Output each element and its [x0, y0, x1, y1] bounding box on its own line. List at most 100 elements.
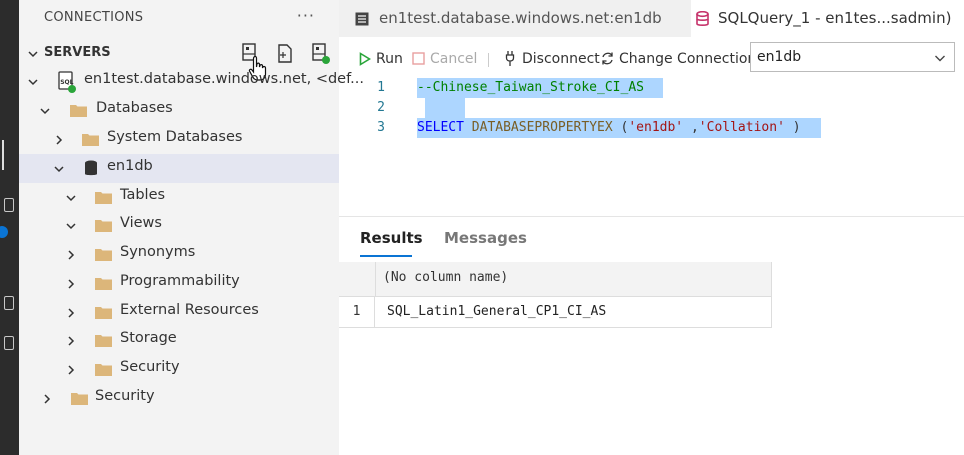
tab-en1test-db[interactable]: en1test.database.windows.net:en1db	[339, 0, 691, 37]
play-icon	[359, 52, 371, 66]
tab-sqlquery-1[interactable]: SQLQuery_1 - en1tes...sadmin)	[691, 0, 964, 37]
active-connections-icon[interactable]	[309, 42, 331, 66]
chevron-down-icon	[54, 166, 64, 173]
more-actions-icon[interactable]: ···	[297, 6, 315, 25]
tree-item-db-security[interactable]: Security	[19, 355, 339, 384]
change-connection-button[interactable]: Change Connection	[600, 40, 756, 76]
extensions-icon[interactable]	[4, 198, 14, 212]
tree-item-label: en1db	[107, 158, 153, 174]
tree-item-storage[interactable]: Storage	[19, 326, 339, 355]
table-row[interactable]: 1 SQL_Latin1_General_CP1_CI_AS	[339, 297, 772, 328]
chevron-right-icon	[56, 135, 63, 145]
database-select[interactable]: en1db	[750, 42, 955, 72]
new-server-group-icon[interactable]	[275, 42, 297, 66]
terminal-icon[interactable]	[4, 336, 14, 350]
code-line-1: --Chinese_Taiwan_Stroke_CI_AS	[417, 80, 644, 95]
folder-icon	[95, 335, 112, 347]
sql-function: DATABASEPROPERTYEX	[471, 120, 613, 135]
connections-header: CONNECTIONS	[44, 10, 144, 25]
tree-item-label: Databases	[96, 100, 173, 116]
tree-item-system-databases[interactable]: System Databases	[19, 125, 339, 154]
editor-results-divider[interactable]	[339, 216, 964, 217]
selection-highlight	[425, 98, 465, 118]
tree-item-label: Views	[120, 215, 162, 231]
tab-results[interactable]: Results	[360, 229, 423, 247]
run-button[interactable]: Run	[359, 40, 409, 76]
database-icon	[696, 11, 709, 26]
tree-item-external-resources[interactable]: External Resources	[19, 298, 339, 327]
tree-item-databases[interactable]: Databases	[19, 96, 339, 125]
tree-item-views[interactable]: Views	[19, 211, 339, 240]
change-connection-icon	[602, 52, 613, 65]
chevron-down-icon	[28, 79, 38, 86]
results-grid[interactable]: (No column name) 1 SQL_Latin1_General_CP…	[339, 262, 772, 328]
sql-punct: (	[612, 120, 629, 135]
tree-item-tables[interactable]: Tables	[19, 183, 339, 212]
notification-badge	[0, 226, 8, 238]
query-editor[interactable]: 1 2 3 --Chinese_Taiwan_Stroke_CI_AS SELE…	[339, 78, 964, 218]
chevron-right-icon	[68, 279, 75, 289]
tab-messages[interactable]: Messages	[444, 229, 527, 247]
tree-item-label: en1test.database.windows.net, <def...	[84, 71, 364, 87]
database-select-value: en1db	[757, 49, 802, 65]
folder-icon	[95, 364, 112, 376]
code-line-3: SELECT DATABASEPROPERTYEX ('en1db' ,'Col…	[417, 120, 801, 135]
activity-bar	[0, 0, 19, 455]
line-number: 2	[377, 100, 385, 115]
folder-icon	[82, 134, 99, 146]
servers-section-header[interactable]: SERVERS	[19, 40, 339, 68]
results-tabs: Results Messages	[339, 218, 964, 258]
cancel-button[interactable]: Cancel	[412, 40, 478, 76]
list-icon	[355, 12, 369, 26]
chevron-down-icon	[935, 55, 945, 62]
sql-keyword: SELECT	[417, 120, 464, 135]
chevron-right-icon	[44, 394, 51, 404]
tree-item-label: Synonyms	[120, 244, 196, 260]
query-toolbar: Run Cancel Disconnect Change Connection …	[339, 40, 964, 78]
tree-item-label: Programmability	[120, 273, 240, 289]
change-connection-label: Change Connection	[619, 51, 757, 67]
tree-item-label: Security	[120, 359, 180, 375]
sql-server-icon: SQL	[58, 71, 76, 93]
chevron-down-icon	[40, 108, 50, 115]
chevron-right-icon	[68, 250, 75, 260]
tree-item-synonyms[interactable]: Synonyms	[19, 240, 339, 269]
line-number: 1	[377, 80, 385, 95]
result-cell[interactable]: SQL_Latin1_General_CP1_CI_AS	[387, 304, 606, 319]
tree-item-label: Tables	[120, 187, 166, 203]
column-header[interactable]: (No column name)	[383, 270, 508, 285]
folder-icon	[95, 249, 112, 261]
folder-icon	[95, 307, 112, 319]
grid-border	[771, 262, 772, 328]
sql-string: 'en1db'	[628, 120, 684, 135]
sql-punct: ,	[683, 120, 699, 135]
folder-icon	[70, 105, 87, 117]
chevron-down-icon	[28, 51, 38, 58]
folder-icon	[71, 393, 88, 405]
chevron-down-icon	[66, 223, 76, 230]
row-number-header	[339, 262, 376, 296]
notebook-icon[interactable]	[4, 296, 14, 310]
active-tab-underline	[360, 255, 412, 257]
chevron-right-icon	[68, 336, 75, 346]
cancel-label: Cancel	[430, 51, 478, 67]
tab-label: en1test.database.windows.net:en1db	[379, 9, 662, 27]
toolbar-separator	[488, 53, 489, 67]
tab-label: SQLQuery_1 - en1tes...sadmin)	[718, 9, 952, 27]
chevron-right-icon	[68, 308, 75, 318]
tree-item-server[interactable]: SQL en1test.database.windows.net, <def..…	[19, 67, 364, 96]
tree-item-programmability[interactable]: Programmability	[19, 269, 339, 298]
grid-header: (No column name)	[339, 262, 772, 297]
plug-icon	[505, 51, 515, 66]
chevron-right-icon	[68, 365, 75, 375]
tree-item-en1db[interactable]: en1db	[19, 154, 339, 183]
disconnect-button[interactable]: Disconnect	[504, 40, 600, 76]
folder-icon	[95, 192, 112, 204]
line-number: 3	[377, 120, 385, 135]
tree-item-label: Storage	[120, 330, 177, 346]
tree-item-server-security[interactable]: Security	[19, 384, 339, 413]
database-icon	[85, 160, 97, 176]
active-indicator	[2, 140, 4, 170]
tree-item-label: System Databases	[107, 129, 243, 145]
chevron-down-icon	[66, 195, 76, 202]
